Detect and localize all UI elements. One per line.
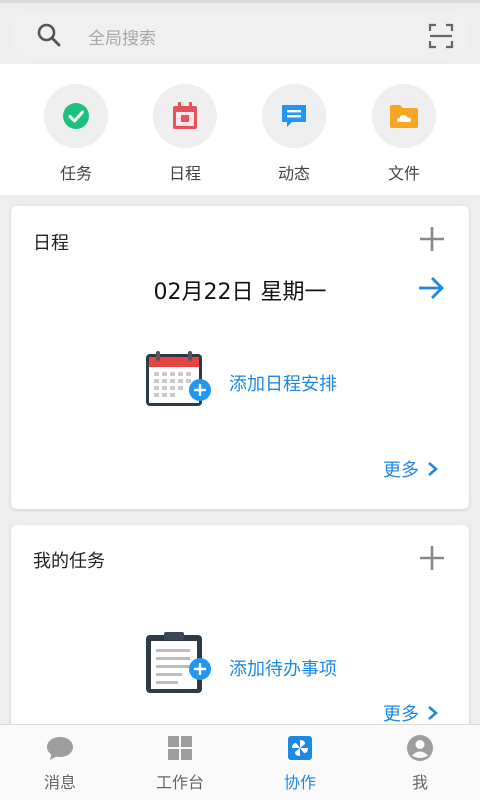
more-label: 更多 <box>383 460 419 481</box>
calendar-add-illustration-icon <box>146 351 211 406</box>
search-bar[interactable]: 全局搜索 <box>10 11 470 59</box>
schedule-date: 02月22日 星期一 <box>153 280 327 305</box>
status-divider <box>0 0 480 3</box>
arrow-right-icon[interactable] <box>417 274 445 302</box>
user-icon <box>407 735 433 761</box>
nav-label: 工作台 <box>155 773 204 792</box>
schedule-title: 日程 <box>33 233 69 254</box>
chat-bubble-icon <box>47 737 73 760</box>
quick-actions: 任务 日程 动态 文件 <box>0 64 480 195</box>
quick-item-activity[interactable]: 动态 <box>262 84 326 184</box>
quick-item-label: 文件 <box>387 164 420 183</box>
scan-icon[interactable] <box>428 23 454 49</box>
tasks-more-link[interactable]: 更多 <box>383 700 439 726</box>
pinwheel-icon <box>288 736 312 760</box>
folder-cloud-icon <box>390 105 418 128</box>
clipboard-add-illustration-icon <box>146 632 211 693</box>
message-icon <box>282 105 306 127</box>
quick-item-label: 任务 <box>59 164 92 183</box>
grid-icon <box>168 736 192 760</box>
quick-item-task[interactable]: 任务 <box>44 84 108 184</box>
bottom-nav: 消息 工作台 协作 我 <box>0 724 480 800</box>
add-schedule-plus-icon[interactable] <box>419 226 445 252</box>
tasks-title: 我的任务 <box>33 551 105 572</box>
check-circle-icon <box>63 103 89 129</box>
schedule-card: 日程 02月22日 星期一 添加日程安排 更多 <box>11 206 469 509</box>
add-task-link[interactable]: 添加待办事项 <box>229 655 337 681</box>
nav-label: 消息 <box>43 773 76 792</box>
quick-item-label: 动态 <box>277 164 310 183</box>
quick-item-files[interactable]: 文件 <box>372 84 436 184</box>
nav-item-collab[interactable]: 协作 <box>240 733 360 793</box>
add-task-plus-icon[interactable] <box>419 545 445 571</box>
search-input[interactable]: 全局搜索 <box>88 24 156 49</box>
quick-item-label: 日程 <box>168 164 201 183</box>
chevron-right-icon <box>428 462 438 476</box>
chevron-right-icon <box>428 706 438 720</box>
more-label: 更多 <box>383 704 419 725</box>
search-icon <box>37 23 61 47</box>
nav-item-workbench[interactable]: 工作台 <box>120 733 240 793</box>
add-schedule-link[interactable]: 添加日程安排 <box>229 370 337 396</box>
calendar-icon <box>173 102 197 129</box>
nav-label: 协作 <box>283 773 316 792</box>
nav-item-messages[interactable]: 消息 <box>0 733 120 793</box>
schedule-more-link[interactable]: 更多 <box>383 456 439 482</box>
quick-item-schedule[interactable]: 日程 <box>153 84 217 184</box>
tasks-card: 我的任务 添加待办事项 更多 <box>11 525 469 730</box>
nav-label: 我 <box>411 773 428 792</box>
nav-item-me[interactable]: 我 <box>360 733 480 793</box>
